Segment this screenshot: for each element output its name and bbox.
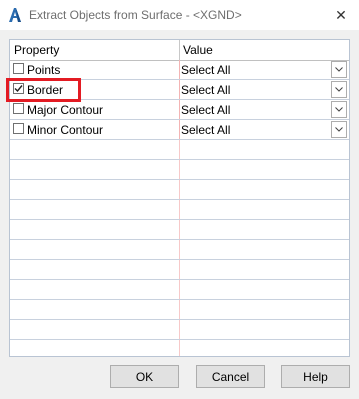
major-contour-value: Select All — [181, 103, 231, 117]
minor-contour-label: Minor Contour — [27, 123, 104, 137]
border-dropdown-button[interactable] — [331, 81, 347, 98]
autodesk-app-icon — [9, 8, 21, 22]
column-separator[interactable] — [179, 40, 180, 60]
ok-button[interactable]: OK — [110, 365, 179, 388]
empty-row — [10, 180, 349, 200]
points-dropdown-button[interactable] — [331, 61, 347, 78]
property-column-header[interactable]: Property — [14, 43, 59, 57]
empty-row — [10, 240, 349, 260]
help-button[interactable]: Help — [281, 365, 350, 388]
minor-contour-dropdown-button[interactable] — [331, 121, 347, 138]
major-contour-checkbox[interactable] — [13, 103, 24, 114]
border-row-highlight — [6, 78, 81, 102]
close-icon: ✕ — [335, 6, 347, 23]
empty-row — [10, 340, 349, 356]
minor-contour-checkbox[interactable] — [13, 123, 24, 134]
close-button[interactable]: ✕ — [330, 5, 352, 25]
points-checkbox[interactable] — [13, 63, 24, 74]
empty-row — [10, 260, 349, 280]
chevron-down-icon — [335, 107, 343, 112]
points-label: Points — [27, 63, 61, 77]
border-value: Select All — [181, 83, 231, 97]
empty-row — [10, 320, 349, 340]
major-contour-dropdown-button[interactable] — [331, 101, 347, 118]
major-contour-label: Major Contour — [27, 103, 104, 117]
grid-row-major-contour: Major Contour Select All — [10, 100, 349, 120]
points-value-cell[interactable]: Select All — [179, 60, 349, 79]
empty-row — [10, 300, 349, 320]
border-value-cell[interactable]: Select All — [179, 80, 349, 99]
chevron-down-icon — [335, 127, 343, 132]
grid-header: Property Value — [10, 40, 349, 61]
value-column-header[interactable]: Value — [183, 43, 213, 57]
minor-contour-value: Select All — [181, 123, 231, 137]
title-bar: Extract Objects from Surface - <XGND> ✕ — [0, 0, 359, 30]
cancel-button[interactable]: Cancel — [196, 365, 265, 388]
window-title: Extract Objects from Surface - <XGND> — [29, 8, 242, 22]
minor-contour-value-cell[interactable]: Select All — [179, 120, 349, 139]
chevron-down-icon — [335, 87, 343, 92]
points-value: Select All — [181, 63, 231, 77]
empty-row — [10, 140, 349, 160]
empty-row — [10, 200, 349, 220]
empty-row — [10, 160, 349, 180]
grid-row-minor-contour: Minor Contour Select All — [10, 120, 349, 140]
chevron-down-icon — [335, 67, 343, 72]
major-contour-value-cell[interactable]: Select All — [179, 100, 349, 119]
grid-row-points: Points Select All — [10, 60, 349, 80]
empty-row — [10, 280, 349, 300]
empty-row — [10, 220, 349, 240]
